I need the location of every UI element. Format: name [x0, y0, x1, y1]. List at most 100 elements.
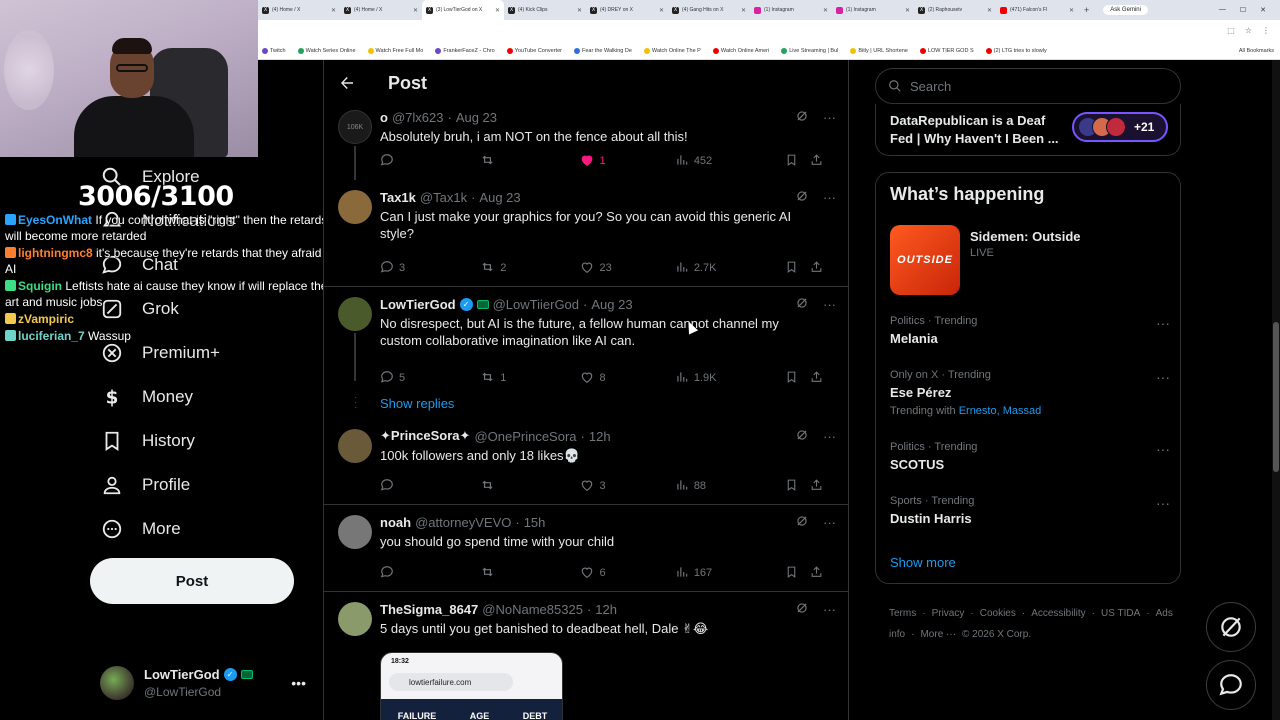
- more-dots-icon[interactable]: ···: [1156, 369, 1170, 385]
- close-window-icon[interactable]: ✕: [1260, 6, 1266, 14]
- more-dots-icon[interactable]: ···: [1156, 441, 1170, 457]
- reply-button[interactable]: [380, 565, 480, 582]
- tweet-timestamp[interactable]: Aug 23: [479, 190, 520, 205]
- more-dots-icon[interactable]: ···: [823, 297, 836, 312]
- bookmark-item[interactable]: Bitly | URL Shortene: [850, 47, 908, 54]
- close-icon[interactable]: ✕: [741, 7, 746, 14]
- like-button[interactable]: 6: [580, 565, 674, 582]
- reply-button[interactable]: 5: [380, 370, 480, 387]
- tweet-author-handle[interactable]: @Tax1k: [420, 190, 467, 205]
- chat-username[interactable]: Squigin: [18, 279, 62, 293]
- like-button[interactable]: 23: [580, 260, 674, 277]
- tweet-timestamp[interactable]: 15h: [524, 515, 546, 530]
- browser-tab[interactable]: (471) Falcon's Fl ✕: [996, 0, 1078, 20]
- tweet-timestamp[interactable]: Aug 23: [591, 297, 632, 312]
- views-button[interactable]: 1.9K: [675, 370, 785, 387]
- bookmark-item[interactable]: Watch Free Full Mo: [367, 47, 423, 54]
- tweet-author-name[interactable]: ✦PrinceSora✦: [380, 428, 470, 444]
- more-dots-icon[interactable]: ···: [823, 190, 836, 205]
- bookmark-item[interactable]: Watch Online Ameri: [712, 47, 769, 54]
- repost-button[interactable]: [480, 565, 580, 582]
- bookmark-item[interactable]: Watch Online The P: [643, 47, 701, 54]
- footer-link[interactable]: Privacy: [932, 608, 965, 619]
- nav-item-money[interactable]: $ Money: [100, 385, 193, 409]
- footer-link[interactable]: Accessibility: [1031, 608, 1085, 619]
- bookmark-button[interactable]: [785, 478, 811, 495]
- post-button[interactable]: Post: [90, 558, 294, 604]
- close-icon[interactable]: ✕: [659, 7, 664, 14]
- trend-related-links[interactable]: Ernesto, Massad: [959, 405, 1042, 417]
- bookmark-button[interactable]: [785, 565, 811, 582]
- share-button[interactable]: [810, 565, 836, 582]
- grok-icon[interactable]: [795, 109, 809, 126]
- repost-button[interactable]: 2: [480, 260, 580, 277]
- avatar[interactable]: [338, 429, 372, 463]
- tweet[interactable]: TheSigma_8647 @NoName85325 · 12h ··· 5 days u…: [324, 592, 848, 720]
- messages-button[interactable]: [1206, 660, 1256, 710]
- like-button[interactable]: 3: [580, 478, 674, 495]
- close-icon[interactable]: ✕: [577, 7, 582, 14]
- tweet-author-handle[interactable]: @LowTiierGod: [493, 297, 579, 312]
- close-icon[interactable]: ✕: [1069, 7, 1074, 14]
- trend-item[interactable]: Only on X · Trending Ese Pérez Trending wi…: [890, 369, 1170, 417]
- tweet-author-name[interactable]: noah: [380, 515, 411, 530]
- address-bar[interactable]: ⬚ ☆ ⋮: [258, 20, 1280, 42]
- tweet-image[interactable]: 18:32 lowtierfailure.com FAILURE AGE DEBT: [380, 652, 563, 720]
- repost-button[interactable]: 1: [480, 370, 580, 387]
- chat-username[interactable]: zVampiric: [18, 312, 74, 326]
- footer-link[interactable]: Cookies: [980, 608, 1016, 619]
- bookmark-button[interactable]: [785, 260, 811, 277]
- browser-tab[interactable]: X (4) Gang Hits on X ✕: [668, 0, 750, 20]
- bookmark-item[interactable]: (2) LTG tries to slowly: [985, 47, 1047, 54]
- menu-icon[interactable]: ⋮: [1262, 26, 1270, 35]
- bookmark-item[interactable]: YouTube Converter: [506, 47, 562, 54]
- nav-item-more[interactable]: More: [100, 517, 181, 541]
- grok-icon[interactable]: [795, 601, 809, 618]
- share-button[interactable]: [810, 478, 836, 495]
- chat-username[interactable]: EyesOnWhat: [18, 213, 92, 227]
- more-dots-icon[interactable]: ···: [823, 602, 836, 617]
- tweet-author-name[interactable]: LowTierGod: [380, 297, 456, 312]
- tweet-author-handle[interactable]: @7lx623: [392, 110, 444, 125]
- close-icon[interactable]: ✕: [987, 7, 992, 14]
- bookmark-item[interactable]: Fear the Walking De: [573, 47, 632, 54]
- tweet-timestamp[interactable]: Aug 23: [456, 110, 497, 125]
- footer-link[interactable]: Terms: [889, 608, 916, 619]
- tweet-author-handle[interactable]: @attorneyVEVO: [415, 515, 511, 530]
- tweet[interactable]: ✦PrinceSora✦ @OnePrinceSora · 12h ··· 100k fo…: [324, 419, 848, 505]
- bookmark-button[interactable]: [785, 370, 811, 387]
- share-button[interactable]: [810, 370, 836, 387]
- views-button[interactable]: 167: [675, 565, 785, 582]
- browser-tab[interactable]: X (4) Home / X ✕: [258, 0, 340, 20]
- close-icon[interactable]: ✕: [331, 7, 336, 14]
- avatar[interactable]: 106K: [338, 110, 372, 144]
- browser-tab[interactable]: (1) Instagram ✕: [832, 0, 914, 20]
- tweet-author-handle[interactable]: @NoName85325: [482, 602, 583, 617]
- show-more-link[interactable]: Show more: [890, 555, 956, 570]
- account-switcher[interactable]: LowTierGod ✓ @LowTierGod •••: [100, 663, 310, 703]
- all-bookmarks-button[interactable]: All Bookmarks: [1239, 48, 1280, 54]
- tweet[interactable]: Tax1k @Tax1k · Aug 23 ··· Can I just make you…: [324, 180, 848, 287]
- views-button[interactable]: 452: [675, 153, 785, 170]
- bookmark-item[interactable]: FrankerFaceZ - Chro: [435, 47, 495, 54]
- star-icon[interactable]: ☆: [1245, 26, 1252, 35]
- repost-button[interactable]: [480, 153, 580, 170]
- grok-icon[interactable]: [795, 189, 809, 206]
- grok-button[interactable]: [1206, 602, 1256, 652]
- show-replies-link[interactable]: Show replies: [380, 396, 454, 411]
- featured-event-image[interactable]: OUTSIDE: [890, 225, 960, 295]
- close-icon[interactable]: ✕: [823, 7, 828, 14]
- browser-tab[interactable]: X (4) Kick Clips ✕: [504, 0, 586, 20]
- live-listeners-pill[interactable]: +21: [1072, 112, 1168, 142]
- close-icon[interactable]: ✕: [413, 7, 418, 14]
- like-button[interactable]: 8: [580, 370, 674, 387]
- more-dots-icon[interactable]: ···: [823, 515, 836, 530]
- bookmark-item[interactable]: Twitch: [262, 47, 286, 54]
- reply-button[interactable]: [380, 478, 480, 495]
- browser-tab[interactable]: X (4) DREY on X ✕: [586, 0, 668, 20]
- grok-icon[interactable]: [795, 296, 809, 313]
- views-button[interactable]: 88: [675, 478, 785, 495]
- featured-event-name[interactable]: Sidemen: Outside: [970, 229, 1081, 244]
- reply-button[interactable]: [380, 153, 480, 170]
- bookmark-item[interactable]: Live Streaming | Bul: [781, 47, 838, 54]
